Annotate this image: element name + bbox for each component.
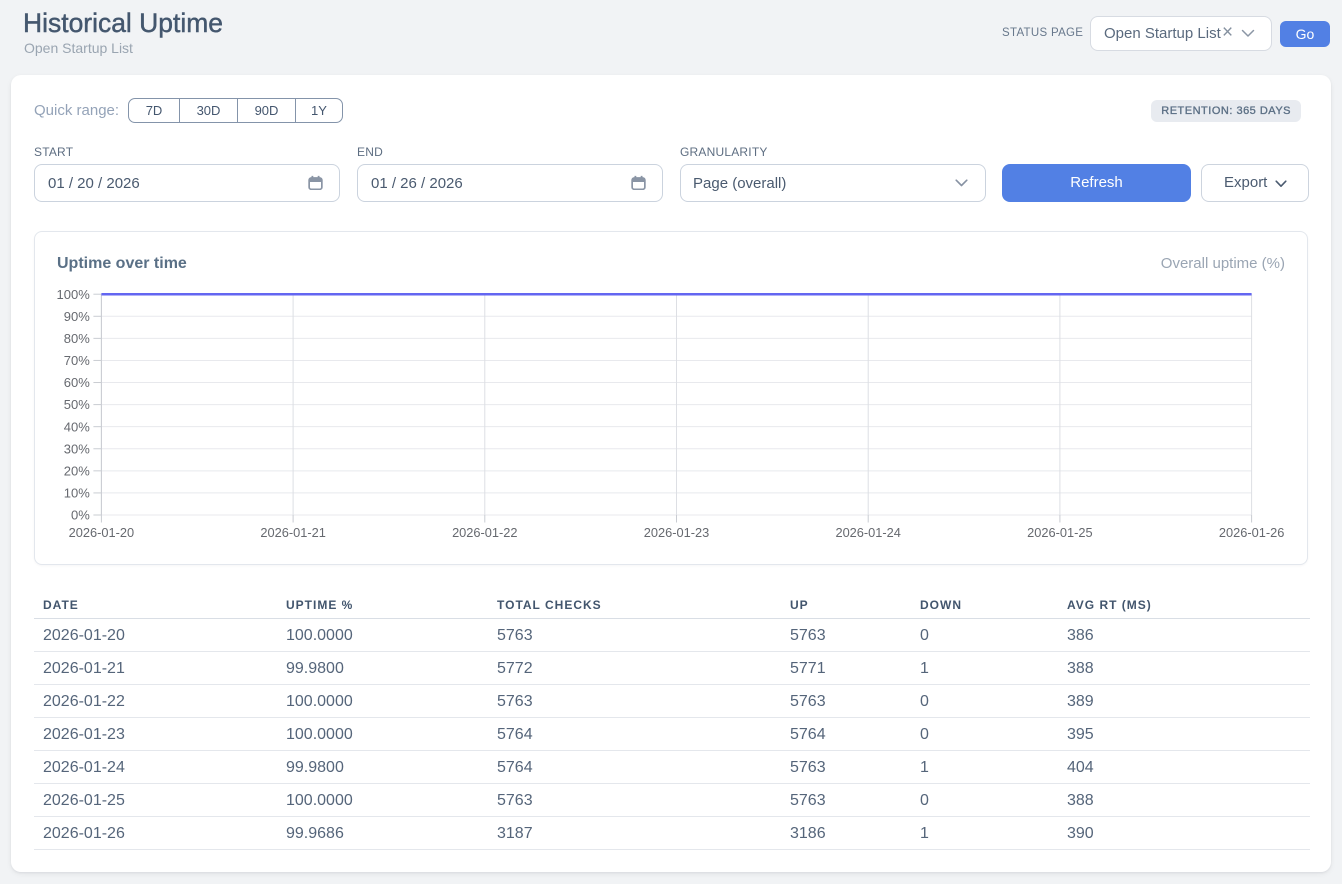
svg-text:30%: 30% (64, 441, 90, 456)
svg-text:50%: 50% (64, 397, 90, 412)
svg-text:2026-01-22: 2026-01-22 (452, 525, 517, 540)
svg-text:2026-01-24: 2026-01-24 (835, 525, 900, 540)
svg-text:20%: 20% (64, 463, 90, 478)
svg-text:100%: 100% (57, 287, 91, 302)
svg-text:90%: 90% (64, 309, 90, 324)
svg-text:2026-01-25: 2026-01-25 (1027, 525, 1092, 540)
svg-text:2026-01-20: 2026-01-20 (69, 525, 134, 540)
svg-text:10%: 10% (64, 486, 90, 501)
svg-text:2026-01-21: 2026-01-21 (260, 525, 325, 540)
svg-text:2026-01-26: 2026-01-26 (1219, 525, 1284, 540)
svg-text:40%: 40% (64, 419, 90, 434)
svg-text:80%: 80% (64, 331, 90, 346)
svg-text:0%: 0% (71, 508, 90, 523)
svg-text:70%: 70% (64, 353, 90, 368)
svg-text:2026-01-23: 2026-01-23 (644, 525, 709, 540)
svg-text:60%: 60% (64, 375, 90, 390)
